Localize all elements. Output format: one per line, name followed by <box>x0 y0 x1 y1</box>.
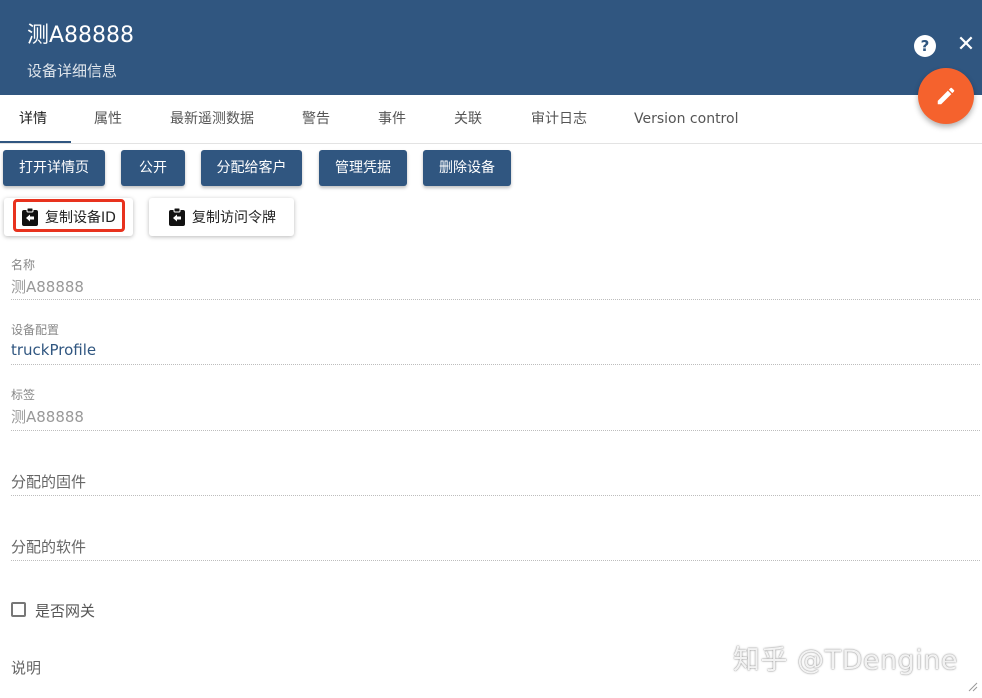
description-field[interactable]: 说明 <box>11 657 41 678</box>
help-icon[interactable]: ? <box>914 35 936 57</box>
active-tab-indicator <box>0 141 71 143</box>
close-icon[interactable]: ✕ <box>955 34 977 56</box>
device-profile-label: 设备配置 <box>11 323 60 337</box>
software-underline <box>11 560 980 561</box>
tab-details[interactable]: 详情 <box>19 95 47 143</box>
tab-audit-logs[interactable]: 审计日志 <box>531 95 587 143</box>
gateway-checkbox-label: 是否网关 <box>35 602 96 620</box>
watermark: 知乎 @TDengine <box>733 645 958 676</box>
tab-bar: 详情 属性 最新遥测数据 警告 事件 关联 审计日志 Version contr… <box>0 95 982 144</box>
tab-relations[interactable]: 关联 <box>454 95 482 143</box>
label-underline <box>11 430 980 431</box>
name-underline <box>11 299 980 300</box>
tab-alarms[interactable]: 警告 <box>302 95 330 143</box>
delete-device-button[interactable]: 删除设备 <box>423 150 511 186</box>
manage-credentials-button[interactable]: 管理凭据 <box>319 150 407 186</box>
device-profile-link[interactable]: truckProfile <box>11 341 96 359</box>
tab-latest-telemetry[interactable]: 最新遥测数据 <box>170 95 254 143</box>
label-label: 标签 <box>11 388 36 402</box>
assign-customer-button[interactable]: 分配给客户 <box>201 150 302 186</box>
open-details-button[interactable]: 打开详情页 <box>3 150 105 186</box>
device-profile-underline <box>11 364 980 365</box>
tab-events[interactable]: 事件 <box>378 95 406 143</box>
tab-attributes[interactable]: 属性 <box>94 95 122 143</box>
software-field[interactable]: 分配的软件 <box>11 536 86 557</box>
copy-access-token-label: 复制访问令牌 <box>192 210 276 226</box>
gateway-checkbox[interactable] <box>11 602 26 617</box>
firmware-field[interactable]: 分配的固件 <box>11 471 86 492</box>
make-public-button[interactable]: 公开 <box>121 150 185 186</box>
dialog-header: 测A88888 设备详细信息 ? ✕ <box>0 0 982 95</box>
annotation-highlight-box <box>13 199 125 232</box>
page-subtitle: 设备详细信息 <box>27 62 118 80</box>
firmware-underline <box>11 495 980 496</box>
name-label: 名称 <box>11 258 36 272</box>
page-title: 测A88888 <box>27 23 135 48</box>
clipboard-arrow-icon <box>169 207 185 226</box>
tab-version-control[interactable]: Version control <box>634 95 738 143</box>
resize-handle-icon[interactable] <box>968 682 978 692</box>
label-field[interactable]: 测A88888 <box>11 406 84 427</box>
name-field[interactable]: 测A88888 <box>11 276 84 297</box>
copy-access-token-button[interactable]: 复制访问令牌 <box>149 198 294 236</box>
